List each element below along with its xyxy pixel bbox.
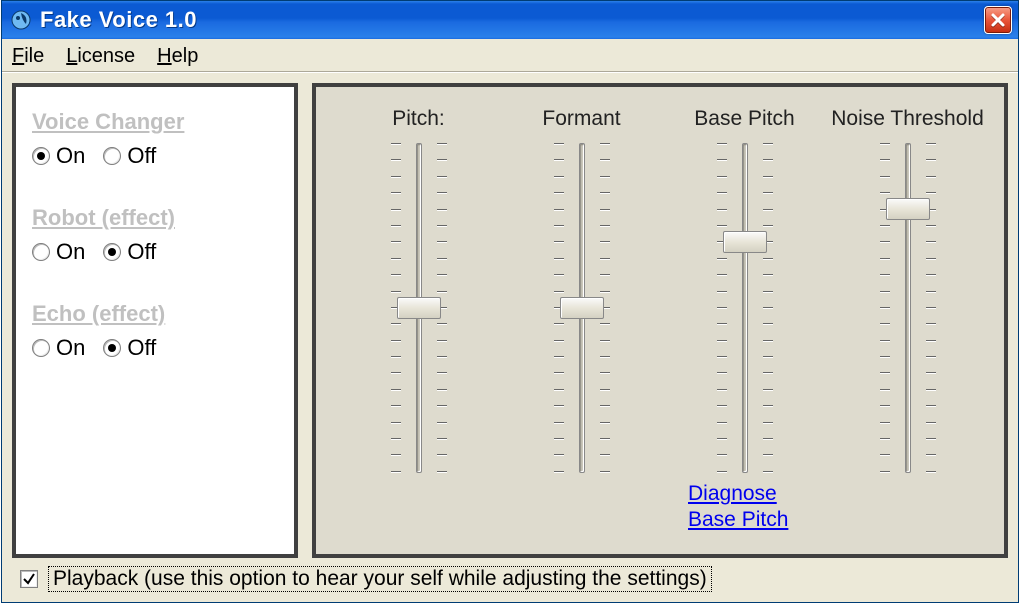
effects-panel: Voice Changer On Off Robot (effect) <box>12 83 298 558</box>
echo-on-radio[interactable]: On <box>32 335 85 361</box>
basepitch-slider[interactable] <box>668 143 821 473</box>
robot-title: Robot (effect) <box>32 205 278 231</box>
echo-off-label: Off <box>127 335 156 361</box>
echo-on-label: On <box>56 335 85 361</box>
menubar: File License Help <box>2 39 1018 73</box>
client-area: Voice Changer On Off Robot (effect) <box>2 73 1018 602</box>
basepitch-column: Base Pitch DiagnoseBase Pitch <box>668 107 821 544</box>
playback-checkbox[interactable] <box>20 570 38 588</box>
menu-help[interactable]: Help <box>157 45 198 72</box>
footer: Playback (use this option to hear your s… <box>12 558 1008 596</box>
echo-group: Echo (effect) On Off <box>32 301 278 361</box>
voice-changer-off-label: Off <box>127 143 156 169</box>
noise-slider[interactable] <box>831 143 984 473</box>
menu-license[interactable]: License <box>66 45 135 72</box>
diagnose-basepitch-link[interactable]: DiagnoseBase Pitch <box>688 481 788 534</box>
basepitch-thumb[interactable] <box>723 231 767 253</box>
robot-off-radio[interactable]: Off <box>103 239 156 265</box>
sliders-panel: Pitch: Formant <box>312 83 1008 558</box>
echo-off-radio[interactable]: Off <box>103 335 156 361</box>
menu-file[interactable]: File <box>12 45 44 72</box>
voice-changer-off-radio[interactable]: Off <box>103 143 156 169</box>
echo-title: Echo (effect) <box>32 301 278 327</box>
pitch-label: Pitch: <box>392 107 445 131</box>
robot-off-label: Off <box>127 239 156 265</box>
playback-label: Playback (use this option to hear your s… <box>48 566 712 592</box>
formant-label: Formant <box>542 107 620 131</box>
window-title: Fake Voice 1.0 <box>40 7 984 33</box>
pitch-column: Pitch: <box>342 107 495 544</box>
titlebar: Fake Voice 1.0 <box>2 1 1018 39</box>
pitch-slider[interactable] <box>342 143 495 473</box>
voice-changer-title: Voice Changer <box>32 109 278 135</box>
app-window: Fake Voice 1.0 File License Help Voice C… <box>1 0 1019 603</box>
formant-slider[interactable] <box>505 143 658 473</box>
voice-changer-group: Voice Changer On Off <box>32 109 278 169</box>
basepitch-label: Base Pitch <box>694 107 794 131</box>
voice-changer-on-label: On <box>56 143 85 169</box>
robot-group: Robot (effect) On Off <box>32 205 278 265</box>
close-button[interactable] <box>984 6 1012 34</box>
pitch-thumb[interactable] <box>397 297 441 319</box>
panels: Voice Changer On Off Robot (effect) <box>12 83 1008 558</box>
noise-label: Noise Threshold <box>831 107 984 131</box>
voice-changer-on-radio[interactable]: On <box>32 143 85 169</box>
noise-column: Noise Threshold <box>831 107 984 544</box>
robot-on-radio[interactable]: On <box>32 239 85 265</box>
app-icon <box>10 9 32 31</box>
noise-thumb[interactable] <box>886 198 930 220</box>
formant-thumb[interactable] <box>560 297 604 319</box>
formant-column: Formant <box>505 107 658 544</box>
robot-on-label: On <box>56 239 85 265</box>
